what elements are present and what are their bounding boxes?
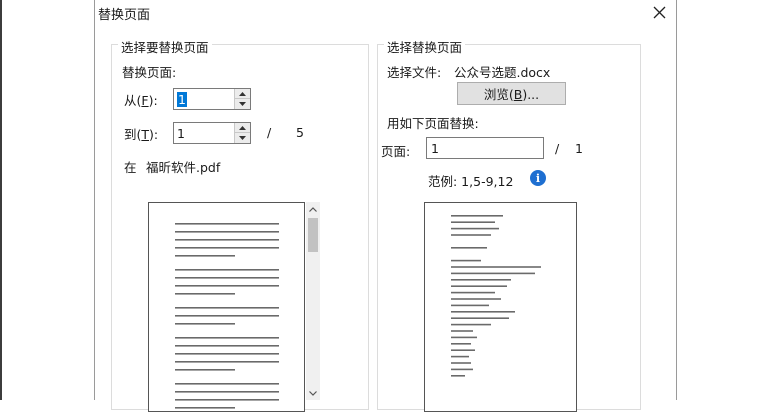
source-page-preview — [148, 202, 305, 412]
preview-text-line — [175, 407, 235, 409]
preview-text-line — [175, 337, 279, 339]
source-file-prefix: 在 — [124, 160, 137, 175]
window-edge — [0, 0, 2, 400]
browse-button[interactable]: 浏览(B)... — [457, 82, 566, 105]
info-icon[interactable]: i — [530, 170, 546, 186]
browse-button-label: 浏览(B)... — [483, 87, 540, 102]
source-preview-scrollbar[interactable] — [306, 202, 320, 400]
preview-text-line — [175, 345, 279, 347]
scroll-down-button[interactable] — [306, 386, 320, 400]
source-total-pages: 5 — [296, 125, 304, 140]
dialog-title: 替换页面 — [98, 8, 151, 23]
preview-text-line — [175, 223, 279, 225]
page-label: 页面: — [381, 144, 411, 159]
source-group-legend: 选择要替换页面 — [118, 37, 212, 56]
close-button[interactable] — [644, 0, 674, 24]
preview-text-line — [451, 362, 471, 364]
preview-text-line — [175, 315, 279, 317]
target-separator: / — [555, 141, 560, 156]
to-spin-up[interactable] — [234, 123, 250, 133]
from-spin-up[interactable] — [234, 89, 250, 99]
preview-text-line — [175, 369, 235, 371]
preview-text-line — [175, 383, 279, 385]
preview-text-line — [451, 291, 495, 294]
preview-text-line — [175, 247, 279, 249]
preview-text-line — [175, 323, 235, 325]
preview-text-line — [175, 361, 279, 363]
chevron-down-icon — [239, 102, 246, 106]
target-file-name: 公众号选题.docx — [454, 65, 551, 80]
preview-text-line — [451, 298, 501, 300]
to-page-value[interactable]: 1 — [177, 126, 185, 141]
source-preview-text-lines — [175, 223, 279, 409]
chevron-up-icon — [239, 91, 246, 96]
target-page-preview — [424, 202, 577, 412]
replace-with-label: 用如下页面替换: — [387, 116, 479, 131]
preview-text-line — [451, 355, 469, 358]
select-file-label: 选择文件: — [387, 65, 442, 80]
chevron-down-icon — [309, 390, 317, 396]
scroll-thumb[interactable] — [308, 218, 318, 252]
preview-text-line — [175, 285, 279, 287]
preview-text-line — [451, 343, 471, 345]
close-icon — [653, 6, 665, 18]
to-spin-down[interactable] — [234, 133, 250, 143]
page-range-input[interactable]: 1 — [426, 137, 544, 159]
preview-text-line — [175, 269, 279, 271]
preview-text-line — [451, 336, 477, 339]
scroll-up-button[interactable] — [306, 202, 320, 216]
preview-text-line — [451, 349, 475, 351]
preview-text-line — [451, 266, 541, 268]
target-group-legend: 选择替换页面 — [384, 37, 466, 56]
page-range-value[interactable]: 1 — [431, 141, 439, 156]
preview-text-line — [175, 277, 279, 279]
preview-text-line — [451, 330, 473, 332]
preview-text-line — [451, 323, 491, 326]
preview-text-line — [451, 221, 495, 223]
preview-text-line — [175, 231, 279, 233]
chevron-up-icon — [239, 125, 246, 130]
preview-text-line — [175, 353, 279, 355]
replace-pages-dialog: 替换页面 选择要替换页面 替换页面: 从(F): 1 到(T): 1 / 5 在… — [94, 0, 677, 412]
source-file-name: 福昕软件.pdf — [146, 160, 221, 175]
replace-pages-label: 替换页面: — [122, 65, 177, 80]
from-label: 从(F): — [124, 93, 158, 108]
from-spin-down[interactable] — [234, 99, 250, 109]
preview-text-line — [175, 293, 235, 295]
to-page-spinbox[interactable]: 1 — [173, 122, 251, 144]
titlebar: 替换页面 — [95, 0, 676, 26]
preview-text-line — [175, 239, 279, 241]
preview-text-line — [451, 304, 489, 307]
preview-text-line — [451, 311, 515, 313]
chevron-down-icon — [239, 136, 246, 140]
to-spin-arrows — [234, 123, 250, 143]
preview-text-line — [451, 375, 465, 377]
preview-text-line — [451, 234, 491, 236]
chevron-up-icon — [309, 206, 317, 212]
preview-text-line — [451, 247, 487, 249]
preview-text-line — [451, 317, 509, 319]
preview-text-line — [451, 279, 511, 281]
preview-text-line — [175, 255, 235, 257]
target-preview-text-lines — [451, 215, 541, 377]
preview-text-line — [451, 368, 473, 371]
from-page-spinbox[interactable]: 1 — [173, 88, 251, 110]
preview-text-line — [451, 272, 535, 275]
from-page-value[interactable]: 1 — [177, 92, 187, 107]
preview-text-line — [175, 307, 279, 309]
preview-text-line — [451, 285, 507, 287]
preview-text-line — [451, 215, 503, 217]
preview-text-line — [451, 259, 481, 262]
target-total-pages: 1 — [575, 141, 583, 156]
to-label: 到(T): — [124, 127, 159, 142]
from-spin-arrows — [234, 89, 250, 109]
to-separator: / — [267, 125, 272, 140]
preview-text-line — [175, 391, 279, 393]
range-example-text: 范例: 1,5-9,12 — [428, 174, 514, 189]
preview-text-line — [451, 227, 499, 230]
